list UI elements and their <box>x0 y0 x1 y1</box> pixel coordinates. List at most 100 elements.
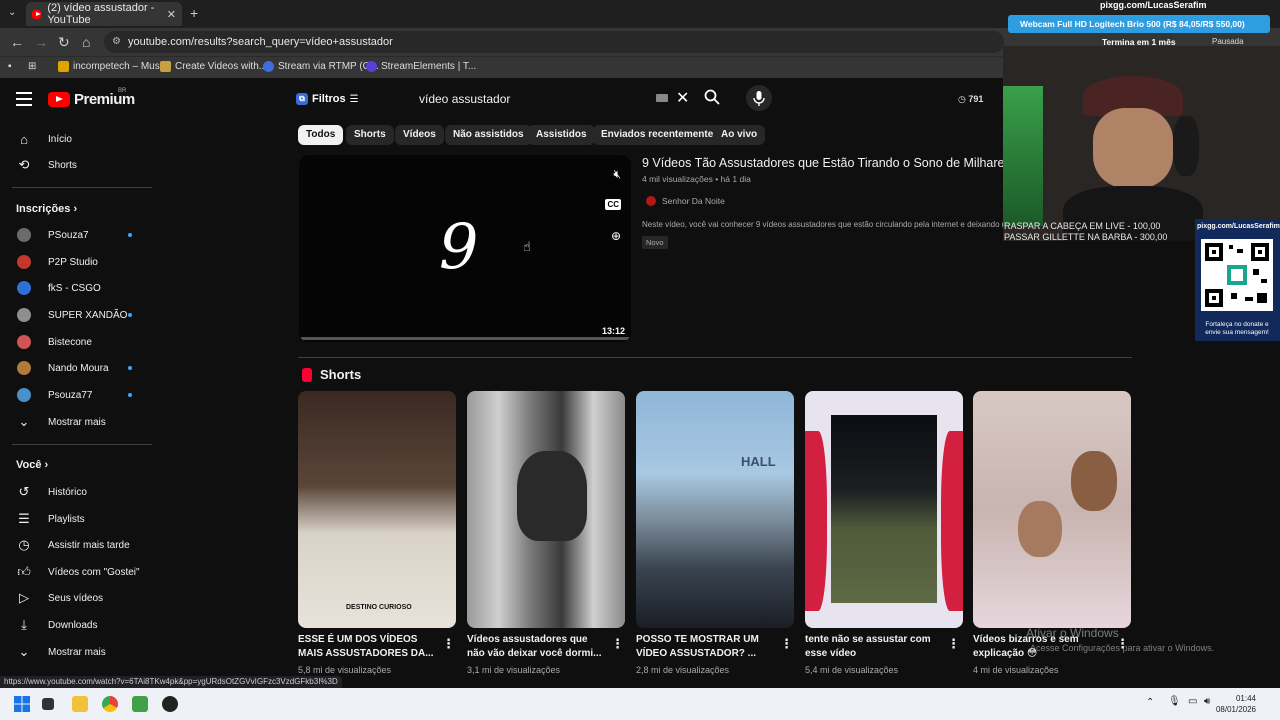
tab-close-icon[interactable]: ✕ <box>167 8 176 21</box>
app-green-icon[interactable] <box>132 696 148 712</box>
you-heading-label: Você <box>16 459 42 471</box>
sidebar-item-label: Psouza77 <box>48 389 93 401</box>
apps-grid-icon[interactable]: ▪ <box>8 61 12 72</box>
back-arrow-icon[interactable]: ← <box>10 34 24 50</box>
bookmark-incompetech[interactable]: incompetech – Musi... <box>58 61 170 72</box>
bookmark-label: Stream via RTMP (O... <box>278 61 379 72</box>
short-views: 3,1 mi de visualizações <box>467 665 561 675</box>
search-icon[interactable] <box>704 89 720 110</box>
short-title[interactable]: Vídeos assustadores que não vão deixar v… <box>467 633 607 661</box>
chip-unwatched[interactable]: Não assistidos <box>445 125 532 145</box>
filters-button[interactable]: ⧉ Filtros ☰ <box>288 88 367 110</box>
sidebar-item-label: Shorts <box>48 159 77 171</box>
bookmark-create-videos[interactable]: Create Videos with... <box>160 61 267 72</box>
reload-icon[interactable]: ↻ <box>58 34 70 51</box>
clear-search-icon[interactable]: ✕ <box>676 88 689 108</box>
video-thumbnail-player[interactable]: 9 🔇︎ CC ⊕ ☝ 13:12 <box>299 155 631 342</box>
qr-header: pixgg.com/LucasSerafim <box>1197 223 1280 230</box>
url-bar[interactable]: ⚙ youtube.com/results?search_query=vídeo… <box>104 31 1004 53</box>
chip-shorts[interactable]: Shorts <box>346 125 394 145</box>
sidebar-item-shorts[interactable]: ⟲ Shorts <box>0 152 152 178</box>
counter-value: 791 <box>968 94 984 104</box>
sidebar-item-your-videos[interactable]: ▷ Seus vídeos <box>0 585 152 611</box>
bookmark-stream-rtmp[interactable]: Stream via RTMP (O... <box>263 61 379 72</box>
keyboard-icon[interactable] <box>656 94 668 102</box>
chip-all[interactable]: Todos <box>298 125 344 145</box>
bookmark-streamelements[interactable]: StreamElements | T... <box>366 61 476 72</box>
sidebar-item-playlists[interactable]: ☰ Playlists <box>0 506 152 532</box>
network-icon[interactable]: ▭ <box>1188 696 1197 707</box>
sidebar-item-home[interactable]: ⌂ Início <box>0 126 152 152</box>
short-thumbnail-2[interactable] <box>467 391 625 628</box>
video-progress-bar[interactable] <box>301 337 629 340</box>
taskbar-clock[interactable]: 01:44 08/01/2026 <box>1216 693 1256 715</box>
sidebar-divider <box>12 444 152 445</box>
captions-icon[interactable]: CC <box>605 199 621 210</box>
sidebar-item-label: Seus vídeos <box>48 592 104 604</box>
subscriptions-heading[interactable]: Inscrições › <box>16 203 77 215</box>
sidebar-item-label: SUPER XANDÃO <box>48 309 128 321</box>
sidebar-item-sub-bistecone[interactable]: Bistecone <box>0 329 152 355</box>
you-heading[interactable]: Você › <box>16 459 48 471</box>
streamer-face <box>1093 108 1173 188</box>
video-channel[interactable]: Senhor Da Noite <box>646 196 725 206</box>
add-to-queue-icon[interactable]: ⊕ <box>611 229 621 243</box>
sidebar-item-sub-fks-csgo[interactable]: fkS - CSGO <box>0 275 152 301</box>
tab-groups-icon[interactable]: ⊞ <box>28 61 36 72</box>
more-options-icon[interactable]: ⋮ <box>780 636 793 652</box>
search-input[interactable]: vídeo assustador <box>408 87 698 111</box>
short-title[interactable]: POSSO TE MOSTRAR UM VÍDEO ASSUSTADOR? ..… <box>636 633 776 661</box>
forward-arrow-icon[interactable]: → <box>34 34 48 50</box>
microphone-tray-icon[interactable]: 🎙︎ <box>1168 696 1181 707</box>
sidebar-item-history[interactable]: ↺ Histórico <box>0 479 152 505</box>
site-info-icon[interactable]: ⚙ <box>112 31 121 53</box>
sidebar-item-watch-later[interactable]: ◷ Assistir mais tarde <box>0 532 152 558</box>
video-title[interactable]: 9 Vídeos Tão Assustadores que Estão Tira… <box>642 156 1021 170</box>
sidebar-item-liked-videos[interactable]: 👍︎ Vídeos com "Gostei" <box>0 559 152 585</box>
chip-watched[interactable]: Assistidos <box>528 125 595 145</box>
chip-videos[interactable]: Vídeos <box>395 125 444 145</box>
youtube-play-logo-icon <box>48 92 70 107</box>
sidebar-item-sub-nando-moura[interactable]: Nando Moura <box>0 355 152 381</box>
more-options-icon[interactable]: ⋮ <box>611 636 624 652</box>
voice-search-icon[interactable] <box>746 85 772 111</box>
file-explorer-icon[interactable] <box>72 696 88 712</box>
mute-icon[interactable]: 🔇︎ <box>613 167 621 182</box>
new-tab-icon[interactable]: + <box>190 5 198 21</box>
sidebar-item-downloads[interactable]: ⤓ Downloads <box>0 612 152 638</box>
goal-line-2: PASSAR GILLETTE NA BARBA - 300,00 <box>1004 232 1168 242</box>
chrome-icon[interactable] <box>102 696 118 712</box>
person-face-left <box>1018 501 1062 557</box>
sidebar-show-more-subs[interactable]: ⌄ Mostrar mais <box>0 409 152 435</box>
short-thumbnail-1[interactable]: DESTINO CURIOSO <box>298 391 456 628</box>
volume-icon[interactable]: 🔊︎ <box>1204 696 1210 707</box>
task-view-icon[interactable] <box>42 698 54 710</box>
home-browser-icon[interactable]: ⌂ <box>82 34 90 50</box>
windows-start-icon[interactable] <box>14 696 30 712</box>
sidebar-item-label: P2P Studio <box>48 256 98 268</box>
sidebar-divider <box>12 187 152 188</box>
short-thumbnail-4[interactable] <box>805 391 963 628</box>
sidebar-item-sub-p2p-studio[interactable]: P2P Studio <box>0 249 152 275</box>
sidebar-item-sub-super-xandao[interactable]: SUPER XANDÃO <box>0 302 152 328</box>
chip-live[interactable]: Ao vivo <box>713 125 766 145</box>
short-title[interactable]: ESSE É UM DOS VÍDEOS MAIS ASSUSTADORES D… <box>298 633 438 661</box>
obs-icon[interactable] <box>162 696 178 712</box>
more-options-icon[interactable]: ⋮ <box>947 636 960 652</box>
sidebar-item-sub-psouza7[interactable]: PSouza7 <box>0 222 152 248</box>
short-thumbnail-3[interactable]: HALL <box>636 391 794 628</box>
tray-chevron-up-icon[interactable]: ⌃ <box>1146 697 1154 708</box>
tab-list-chevron-icon[interactable]: ⌄ <box>8 7 16 18</box>
chip-recently-uploaded[interactable]: Enviados recentemente <box>593 125 722 145</box>
youtube-premium-logo[interactable]: Premium BR <box>48 88 135 108</box>
short-title[interactable]: tente não se assustar com esse vídeo <box>805 633 945 661</box>
channel-avatar <box>646 196 656 206</box>
sidebar-show-more-you[interactable]: ⌄ Mostrar mais <box>0 639 152 665</box>
menu-hamburger-icon[interactable] <box>16 92 32 110</box>
more-options-icon[interactable]: ⋮ <box>442 636 455 652</box>
sidebar-item-sub-psouza77[interactable]: Psouza77 <box>0 382 152 408</box>
link-status-url: https://www.youtube.com/watch?v=6TAi8TKw… <box>0 676 342 688</box>
browser-tab-youtube[interactable]: (2) vídeo assustador - YouTube ✕ <box>26 2 182 26</box>
pc-case-green <box>1003 86 1043 226</box>
short-thumbnail-5[interactable] <box>973 391 1131 628</box>
